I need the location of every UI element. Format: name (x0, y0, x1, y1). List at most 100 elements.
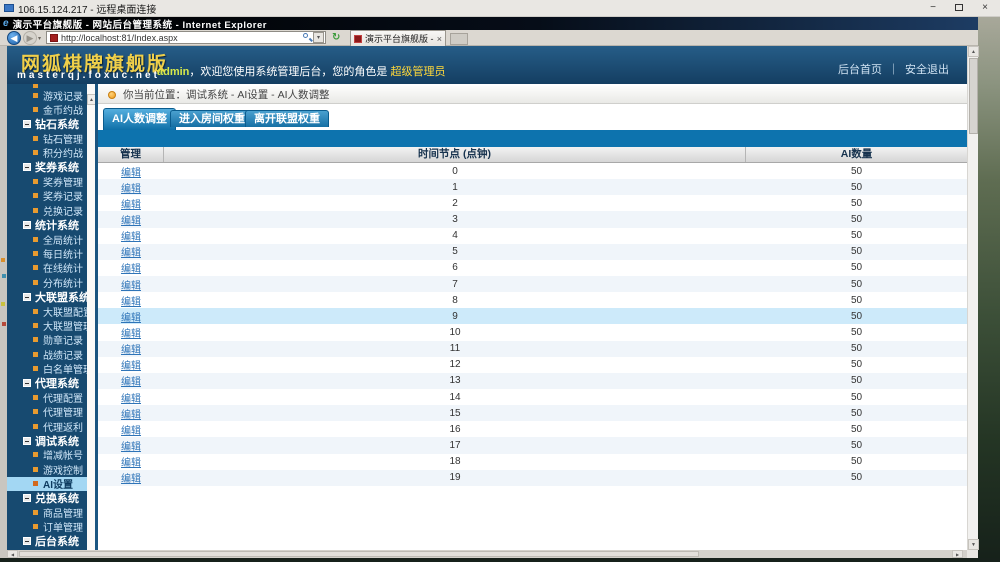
sidebar-item[interactable]: 大联盟配置 (7, 304, 87, 318)
edit-link[interactable]: 编辑 (121, 442, 141, 453)
time-node-cell: 2 (452, 197, 458, 209)
sidebar-item[interactable]: 白名单管理 (7, 361, 87, 376)
collapse-minus-icon[interactable] (23, 220, 31, 229)
edit-link[interactable]: 编辑 (121, 313, 141, 324)
bullet-icon (33, 193, 38, 199)
sidebar-item[interactable]: 奖券管理 (7, 174, 87, 189)
vertical-scrollbar[interactable]: ▲ ▼ (967, 46, 979, 550)
scroll-right-icon[interactable]: ▶ (952, 550, 963, 558)
sidebar-item[interactable]: 每日统计 (7, 246, 87, 261)
ai-count-cell: 50 (850, 197, 863, 209)
address-history-dropdown-icon[interactable]: ▾ (38, 35, 41, 42)
forward-button[interactable]: ▶ (23, 31, 37, 45)
scroll-left-icon[interactable]: ◀ (7, 550, 18, 558)
sidebar-section[interactable]: 大联盟系统 (7, 289, 87, 304)
collapse-minus-icon[interactable] (23, 119, 31, 128)
sidebar-item[interactable]: 钻石管理 (7, 131, 87, 146)
collapse-minus-icon[interactable] (23, 436, 31, 445)
sidebar-item[interactable]: 奖券记录 (7, 189, 87, 203)
collapse-minus-icon[interactable] (23, 494, 31, 503)
sidebar-section[interactable]: 代理系统 (7, 376, 87, 390)
minimize-button[interactable]: − (920, 0, 946, 17)
horizontal-scrollbar-thumb[interactable] (19, 551, 699, 557)
sidebar-scrollbar[interactable] (87, 84, 95, 550)
edit-link[interactable]: 编辑 (121, 281, 141, 292)
edit-link[interactable]: 编辑 (121, 377, 141, 388)
edit-link[interactable]: 编辑 (121, 474, 141, 485)
edit-link[interactable]: 编辑 (121, 184, 141, 195)
edit-link[interactable]: 编辑 (121, 264, 141, 275)
sidebar-section[interactable]: 钻石系统 (7, 117, 87, 131)
sidebar-item[interactable]: 代理返利 (7, 419, 87, 433)
edit-link[interactable]: 编辑 (121, 458, 141, 469)
sidebar-item[interactable]: 游戏控制 (7, 462, 87, 477)
sidebar-item[interactable]: 游戏记录 (7, 88, 87, 102)
sidebar-section[interactable]: 奖券系统 (7, 160, 87, 174)
collapse-minus-icon[interactable] (23, 379, 31, 387)
edit-link[interactable]: 编辑 (121, 216, 141, 227)
tab-0[interactable]: AI人数调整 (103, 108, 176, 130)
search-dropdown-icon[interactable]: ▾ (313, 32, 324, 43)
sidebar-item-selected[interactable]: AI设置 (7, 476, 87, 491)
address-bar[interactable]: http://localhost:81/Index.aspx ▾ (46, 31, 326, 44)
sidebar-section[interactable]: 调试系统 (7, 433, 87, 448)
nav-home-link[interactable]: 后台首页 (838, 64, 882, 76)
scroll-down-icon[interactable]: ▼ (968, 539, 979, 550)
edit-link[interactable]: 编辑 (121, 329, 141, 340)
sidebar-section[interactable]: 后台系统 (7, 534, 87, 548)
back-button[interactable]: ◀ (7, 31, 21, 45)
bullet-icon (33, 423, 38, 429)
sidebar-item[interactable]: 订单管理 (7, 520, 87, 534)
nav-logout-link[interactable]: 安全退出 (905, 64, 949, 76)
sidebar-item[interactable]: 全局统计 (7, 232, 87, 246)
address-url[interactable]: http://localhost:81/Index.aspx (61, 33, 301, 43)
sidebar-item[interactable]: 在线统计 (7, 261, 87, 275)
collapse-minus-icon[interactable] (23, 537, 31, 546)
edit-link[interactable]: 编辑 (121, 410, 141, 421)
bullet-icon (33, 265, 38, 271)
collapse-minus-icon[interactable] (23, 163, 31, 172)
edit-link[interactable]: 编辑 (121, 361, 141, 372)
sidebar-item[interactable]: 分布统计 (7, 275, 87, 289)
collapse-minus-icon[interactable] (23, 292, 31, 301)
refresh-icon[interactable]: ↻ (332, 32, 340, 43)
scroll-up-icon[interactable]: ▲ (968, 46, 979, 57)
sidebar-item[interactable]: 兑换记录 (7, 203, 87, 218)
vertical-scrollbar-thumb[interactable] (969, 58, 978, 134)
ie-logo-icon: e (3, 17, 9, 29)
edit-link[interactable]: 编辑 (121, 426, 141, 437)
time-node-cell: 10 (449, 326, 461, 338)
edit-link[interactable]: 编辑 (121, 345, 141, 356)
sidebar-item[interactable]: 增减帐号 (7, 448, 87, 462)
sidebar-item[interactable]: 代理管理 (7, 405, 87, 419)
sidebar-section[interactable]: 兑换系统 (7, 491, 87, 505)
nav-divider: ｜ (888, 64, 899, 76)
sidebar-item[interactable]: 商品管理 (7, 505, 87, 520)
edit-link[interactable]: 编辑 (121, 168, 141, 179)
time-node-cell: 18 (449, 456, 461, 468)
ai-count-cell: 50 (850, 326, 863, 338)
tab-1[interactable]: 进入房间权重 (170, 110, 254, 127)
table-row: 编辑 4 50 (98, 228, 967, 244)
maximize-button[interactable] (946, 0, 972, 17)
sidebar-item[interactable]: 大联盟管理 (7, 318, 87, 333)
search-icon[interactable] (301, 32, 313, 43)
tab-close-icon[interactable]: × (434, 34, 445, 44)
browser-tab[interactable]: 演示平台旗舰版 - 网站... × (350, 30, 446, 46)
sidebar-item[interactable]: 勋章记录 (7, 333, 87, 347)
sidebar-item[interactable]: 积分约战 (7, 146, 87, 160)
new-tab-button[interactable] (450, 33, 468, 45)
tab-2[interactable]: 离开联盟权重 (245, 110, 329, 127)
sidebar-item[interactable]: 战绩记录 (7, 347, 87, 361)
sidebar-section[interactable]: 统计系统 (7, 218, 87, 232)
edit-link[interactable]: 编辑 (121, 200, 141, 211)
horizontal-scrollbar[interactable]: ◀ ▶ (7, 550, 967, 558)
sidebar-item[interactable]: 金币约战 (7, 102, 87, 117)
page-favicon (50, 33, 58, 42)
close-button[interactable]: × (972, 0, 998, 17)
edit-link[interactable]: 编辑 (121, 248, 141, 259)
edit-link[interactable]: 编辑 (121, 232, 141, 243)
sidebar-item[interactable]: 代理配置 (7, 390, 87, 405)
edit-link[interactable]: 编辑 (121, 297, 141, 308)
edit-link[interactable]: 编辑 (121, 394, 141, 405)
